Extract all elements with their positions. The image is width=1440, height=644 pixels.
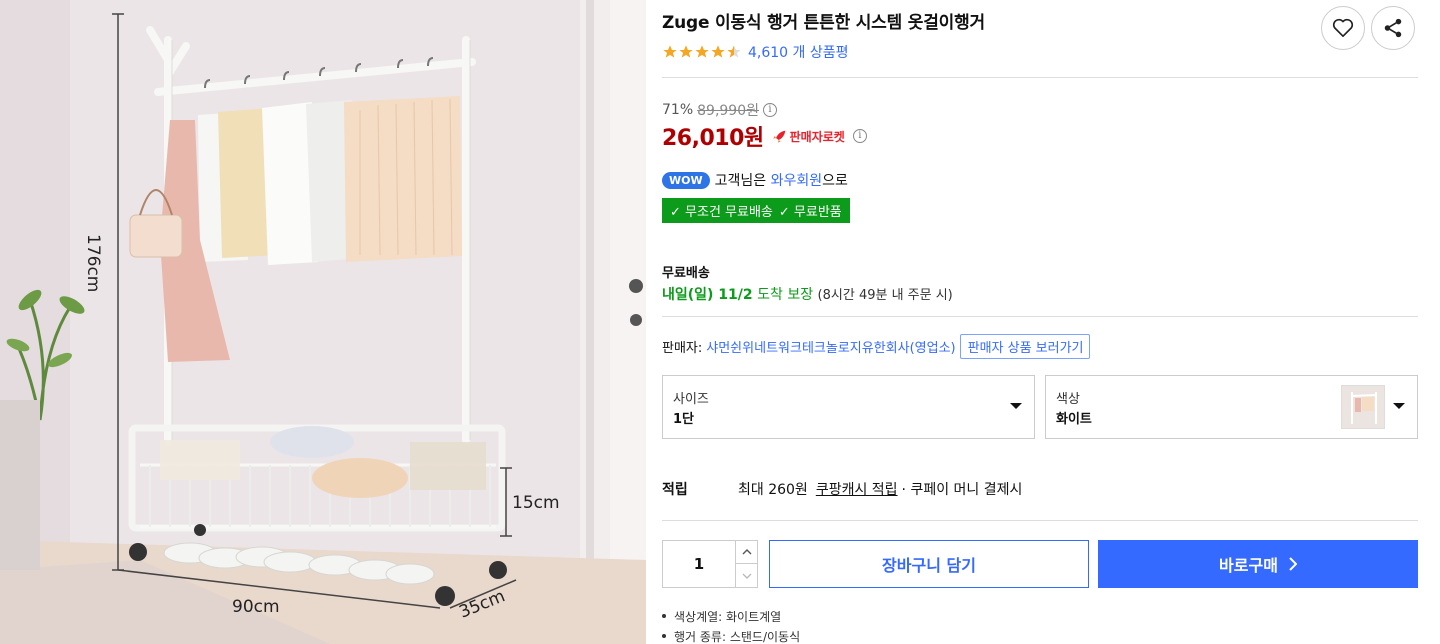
share-icon (1384, 18, 1402, 38)
wow-member-link[interactable]: 와우회원 (771, 173, 823, 189)
heart-icon (1332, 18, 1354, 37)
wow-badge: WOW (662, 171, 710, 189)
divider (662, 520, 1418, 521)
favorite-button[interactable] (1321, 6, 1365, 50)
shipping-title: 무료배송 (662, 266, 710, 281)
arrival-row: 내일(일) 11/2 도착 보장 (8시간 49분 내 주문 시) (662, 284, 953, 304)
original-price: 89,990원 (697, 103, 759, 119)
product-title: Zuge 이동식 행거 튼튼한 시스템 옷걸이행거 (662, 13, 985, 33)
size-select-label: 사이즈 (673, 392, 709, 407)
wow-benefits: ✓ 무조건 무료배송 ✓ 무료반품 (662, 198, 850, 223)
size-select[interactable]: 사이즈 1단 (662, 375, 1035, 439)
color-select[interactable]: 색상 화이트 (1045, 375, 1418, 439)
star-half-icon (727, 45, 741, 58)
rocket-icon (772, 130, 785, 143)
free-return-benefit: ✓ 무료반품 (778, 205, 842, 220)
seller-name-link[interactable]: 샤먼쉰위네트워크테크놀로지유한회사(영업소) (706, 337, 955, 356)
quantity-increase-button[interactable] (735, 541, 758, 564)
attribute-item: 색상계열: 화이트계열 (662, 606, 800, 626)
sale-price: 26,010원 (662, 126, 764, 151)
chevron-down-icon (742, 573, 752, 579)
quantity-decrease-button[interactable] (735, 564, 758, 587)
discount-rate: 71% (662, 102, 694, 118)
divider (662, 77, 1418, 78)
product-info-panel: Zuge 이동식 행거 튼튼한 시스템 옷걸이행거 4,610 개 상품평 71… (662, 0, 1418, 644)
attribute-item: 행거 종류: 스탠드/이동식 (662, 626, 800, 644)
points-suffix: · 쿠페이 머니 결제시 (901, 482, 1023, 498)
rating-row: 4,610 개 상품평 (662, 42, 849, 62)
order-cutoff: (8시간 49분 내 주문 시) (817, 288, 953, 303)
dim-basket-label: 15cm (512, 493, 560, 513)
quantity-stepper: 1 (662, 540, 758, 588)
coupang-cash-link[interactable]: 쿠팡캐시 적립 (816, 479, 898, 499)
divider (662, 316, 1418, 317)
free-shipping-benefit: ✓ 무조건 무료배송 (670, 205, 773, 220)
seller-rocket-badge: 판매자로켓 (772, 128, 845, 145)
arrival-date: 내일(일) 11/2 (662, 287, 753, 303)
seller-row: 판매자: 샤먼쉰위네트워크테크놀로지유한회사(영업소) 판매자 상품 보러가기 (662, 334, 1090, 359)
price-row: 26,010원 판매자로켓 i (662, 120, 867, 152)
rocket-badge-label: 판매자로켓 (789, 129, 845, 144)
caret-down-icon (1393, 403, 1405, 409)
product-photo: 176cm 90cm 35cm 15cm (0, 0, 646, 644)
dim-height-label: 176cm (83, 234, 103, 292)
product-attributes: 색상계열: 화이트계열 행거 종류: 스탠드/이동식 (662, 606, 800, 644)
add-to-cart-button[interactable]: 장바구니 담기 (769, 540, 1089, 588)
add-to-cart-label: 장바구니 담기 (882, 556, 976, 575)
star-icon (711, 45, 725, 58)
seller-label: 판매자: (662, 341, 703, 356)
info-icon[interactable]: i (852, 129, 867, 143)
review-count-link[interactable]: 4,610 개 상품평 (748, 42, 849, 62)
share-button[interactable] (1371, 6, 1415, 50)
star-icon (695, 45, 709, 58)
points-label: 적립 (662, 482, 688, 498)
star-rating (662, 44, 742, 60)
buy-now-button[interactable]: 바로구매 (1098, 540, 1418, 588)
size-select-value: 1단 (673, 412, 695, 427)
star-icon (679, 45, 693, 58)
wow-prefix: 고객님은 (714, 173, 767, 189)
caret-down-icon (1010, 403, 1022, 409)
points-row: 적립 최대 260원 쿠팡캐시 적립 · 쿠페이 머니 결제시 (662, 479, 1022, 499)
color-option-thumbnail (1341, 385, 1385, 429)
arrival-guarantee: 도착 보장 (757, 287, 814, 303)
info-icon[interactable]: i (763, 103, 777, 117)
star-icon (663, 45, 677, 58)
buy-now-label: 바로구매 (1219, 556, 1278, 575)
points-amount: 최대 260원 (738, 482, 808, 498)
dim-width-label: 90cm (232, 597, 280, 617)
wow-suffix: 으로 (822, 173, 848, 189)
chevron-up-icon (742, 549, 752, 555)
wow-row: WOW 고객님은 와우회원으로 (662, 170, 848, 190)
quantity-input[interactable]: 1 (663, 541, 735, 587)
discount-row: 71% 89,990원 i (662, 100, 777, 120)
chevron-right-icon (1289, 557, 1297, 571)
product-image[interactable]: 176cm 90cm 35cm 15cm (0, 0, 646, 644)
seller-products-button[interactable]: 판매자 상품 보러가기 (959, 334, 1090, 359)
